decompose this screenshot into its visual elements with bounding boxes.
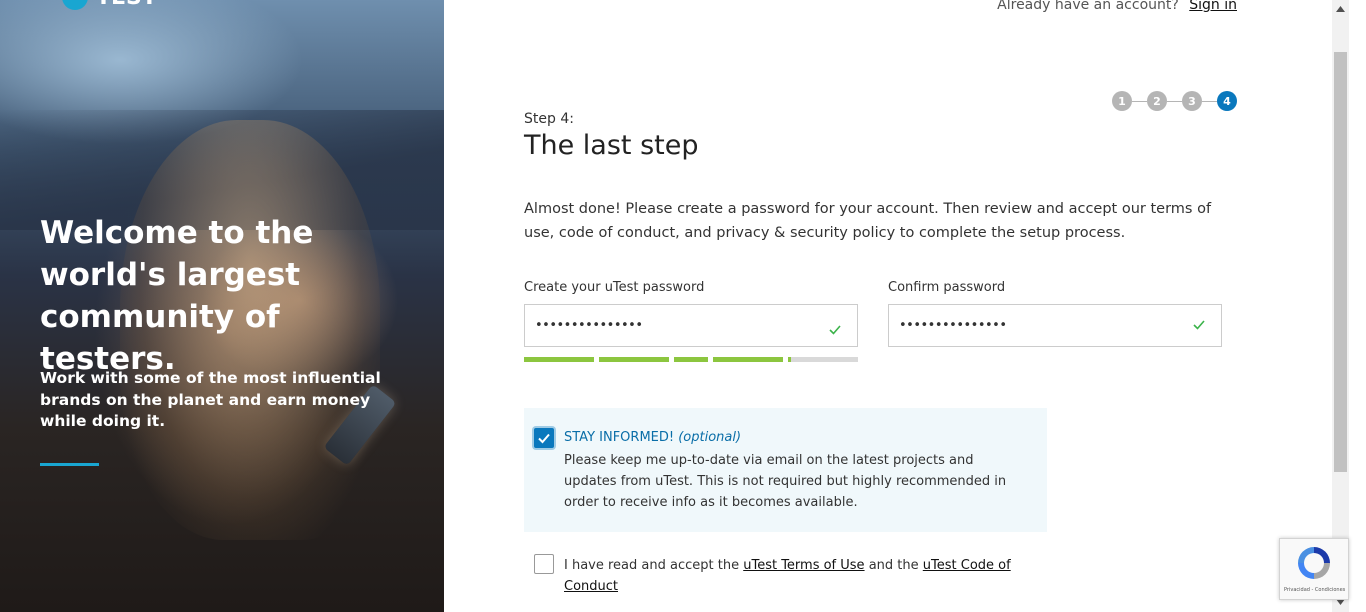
step-4-indicator: 4 bbox=[1217, 91, 1237, 111]
stay-informed-description: Please keep me up-to-date via email on t… bbox=[564, 453, 1007, 510]
scrollbar-thumb[interactable] bbox=[1334, 52, 1347, 472]
optional-tag: (optional) bbox=[678, 430, 742, 445]
step-3-indicator: 3 bbox=[1182, 91, 1202, 111]
stay-informed-title-text: STAY INFORMED! bbox=[564, 430, 675, 445]
page-title: The last step bbox=[524, 130, 699, 161]
signin-prompt-text: Already have an account? bbox=[997, 0, 1179, 13]
confirm-password-field[interactable]: ••••••••••••••• bbox=[888, 304, 1222, 347]
terms-prefix: I have read and accept the bbox=[564, 558, 740, 573]
step-1-indicator: 1 bbox=[1112, 91, 1132, 111]
step-connector bbox=[1167, 100, 1182, 102]
password-strength-meter bbox=[524, 357, 858, 362]
hero-heading: Welcome to the world's largest community… bbox=[40, 215, 314, 377]
terms-of-use-link[interactable]: uTest Terms of Use bbox=[743, 558, 864, 573]
hero-subtext: Work with some of the most influential b… bbox=[40, 369, 381, 430]
strength-segment bbox=[674, 357, 708, 362]
strength-segment bbox=[713, 357, 783, 362]
scroll-up-arrow-icon[interactable] bbox=[1336, 5, 1345, 13]
intro-text: Almost done! Please create a password fo… bbox=[524, 201, 1212, 241]
step-2-indicator: 2 bbox=[1147, 91, 1167, 111]
step-connector bbox=[1132, 100, 1147, 102]
hero-accent-divider bbox=[40, 463, 99, 466]
terms-middle: and the bbox=[868, 558, 919, 573]
terms-checkbox[interactable] bbox=[534, 554, 554, 574]
strength-segment-empty bbox=[791, 357, 858, 362]
strength-segment bbox=[524, 357, 594, 362]
utest-logo[interactable]: TEST bbox=[62, 0, 157, 10]
stay-informed-checkbox[interactable] bbox=[534, 428, 554, 448]
hero-panel: TEST Welcome to the world's largest comm… bbox=[0, 0, 444, 612]
confirm-password-label: Confirm password bbox=[888, 280, 1006, 295]
signin-link[interactable]: Sign in bbox=[1189, 0, 1237, 13]
password-valid-check-icon bbox=[829, 325, 841, 335]
recaptcha-badge[interactable]: Privacidad - Condiciones bbox=[1279, 538, 1349, 600]
strength-segment bbox=[599, 357, 669, 362]
logo-mark-icon bbox=[62, 0, 88, 10]
password-field[interactable]: ••••••••••••••• bbox=[524, 304, 858, 347]
step-label: Step 4: bbox=[524, 111, 574, 127]
logo-text: TEST bbox=[96, 0, 157, 10]
confirm-valid-check-icon bbox=[1193, 320, 1205, 330]
step-progress: 1 2 3 4 bbox=[1112, 91, 1237, 111]
password-label: Create your uTest password bbox=[524, 280, 705, 295]
terms-text: I have read and accept the uTest Terms o… bbox=[564, 555, 1024, 597]
checkmark-icon bbox=[538, 433, 550, 444]
recaptcha-logo-icon bbox=[1298, 547, 1330, 579]
recaptcha-footer: Privacidad - Condiciones bbox=[1284, 587, 1346, 593]
stay-informed-title: STAY INFORMED! (optional) bbox=[564, 430, 741, 445]
step-connector bbox=[1202, 100, 1217, 102]
signin-prompt: Already have an account? Sign in bbox=[997, 0, 1237, 13]
